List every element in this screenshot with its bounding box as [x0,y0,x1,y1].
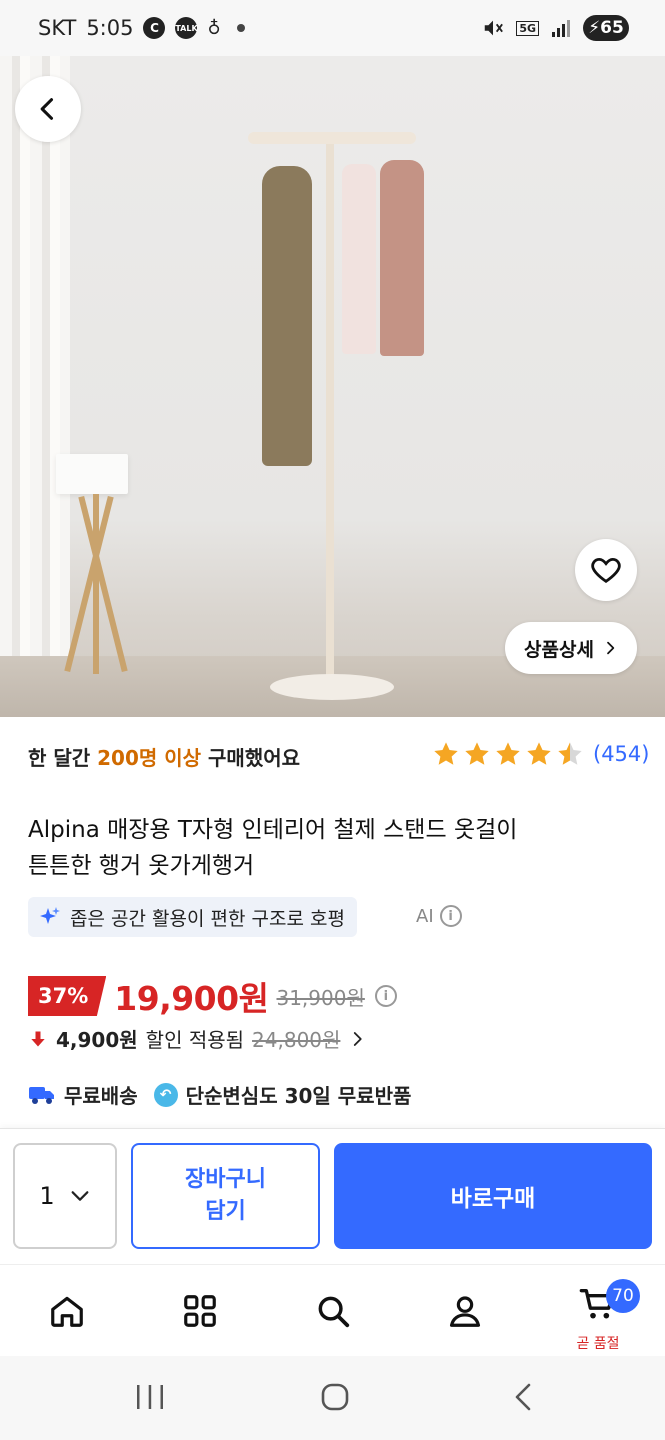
coupon-final-price: 24,800원 [252,1028,341,1052]
chevron-down-icon [71,1191,89,1201]
ai-label-text: AI [416,905,434,927]
price-row: 37% 19,900원 31,900원 i [28,972,397,1020]
sparkle-icon [40,907,60,924]
signal-icon [552,20,570,37]
chevron-right-icon [607,641,615,655]
heart-icon [591,557,621,584]
garment-dress [262,166,312,466]
purchase-suffix: 구매했어요 [201,746,301,770]
network-5g-icon: 5G [516,20,539,36]
info-icon: i [439,905,462,927]
product-image-carousel[interactable] [0,56,665,717]
free-shipping-label: 무료배송 [64,1084,138,1108]
purchase-bar: 1 장바구니 담기 바로구매 [0,1128,665,1264]
half-star-icon [558,742,582,765]
nav-my-account[interactable] [425,1265,505,1357]
return-icon: ↶ [153,1082,178,1107]
wishlist-button[interactable] [575,539,637,601]
price-info-icon[interactable]: i [374,985,397,1007]
sale-price: 19,900원 [114,979,269,1018]
add-to-cart-button[interactable]: 장바구니 담기 [131,1143,320,1249]
free-return-label: 단순변심도 30일 무료반품 [185,1084,412,1108]
product-title-line2: 튼튼한 행거 옷가게행거 [28,853,255,879]
notification-icon: ♁ [207,17,221,39]
ai-summary-chip[interactable]: 좁은 공간 활용이 편한 구조로 호평 [28,897,357,937]
quantity-selector[interactable]: 1 [13,1143,117,1249]
nav-home[interactable] [27,1265,107,1357]
star-icon [496,742,520,765]
system-back-icon[interactable] [508,1380,540,1414]
home-icon [51,1296,83,1327]
chevron-left-icon [40,98,54,120]
search-icon [318,1296,350,1328]
c-app-icon: C [143,17,166,39]
coupon-text: 할인 적용됨 [145,1028,245,1052]
carrier-label: SKT [38,16,77,40]
cart-count-badge: 70 [606,1279,640,1313]
chevron-right-icon [354,1031,363,1046]
recent-apps-icon[interactable] [134,1380,166,1414]
battery-level: 65 [600,18,624,38]
rack-base [270,674,394,700]
curtain-graphic [0,56,70,696]
status-right: 5G ⚡ 65 [482,15,629,41]
quantity-value: 1 [39,1182,55,1210]
rack-pole [326,140,334,690]
nav-search[interactable] [293,1265,373,1357]
grid-icon [184,1295,216,1327]
ai-label[interactable]: AI i [416,905,462,927]
original-price: 31,900원 [276,985,365,1010]
product-detail-button[interactable]: 상품상세 [505,622,637,674]
mute-icon [485,20,504,36]
product-title-line1: Alpina 매장용 T자형 인테리어 철제 스탠드 옷걸이 [28,817,518,843]
purchase-highlight: 200명 이상 [97,746,202,770]
star-icon [434,742,458,765]
lamp-leg [93,494,99,674]
rack-bar [248,132,416,144]
star-icon [465,742,489,765]
more-notifications-dot [236,24,245,32]
purchase-prefix: 한 달간 [28,746,98,770]
buy-now-button[interactable]: 바로구매 [334,1143,652,1249]
review-count[interactable]: (454) [593,742,649,766]
status-bar: SKT 5:05 C TALK ♁ 5G ⚡ 65 [0,0,665,56]
nav-categories[interactable] [160,1265,240,1357]
lamp-graphic [56,454,128,494]
product-title: Alpina 매장용 T자형 인테리어 철제 스탠드 옷걸이 튼튼한 행거 옷가… [28,812,628,884]
rating-summary[interactable]: (454) [432,740,649,768]
user-icon [449,1296,481,1327]
garment-shirt [342,164,376,354]
shipping-row: 무료배송 ↶ 단순변심도 30일 무료반품 [28,1080,411,1109]
truck-icon [29,1086,54,1104]
coupon-discount-row[interactable]: 4,900원 할인 적용됨 24,800원 [28,1024,366,1053]
home-button-icon[interactable] [319,1380,351,1414]
clock: 5:05 [86,16,134,40]
system-navigation-bar [0,1356,665,1440]
star-icon [527,742,551,765]
arrow-down-icon [31,1031,45,1046]
status-left: SKT 5:05 C TALK ♁ [38,16,245,40]
product-detail-label: 상품상세 [524,638,594,661]
ai-summary-text: 좁은 공간 활용이 편한 구조로 호평 [70,907,345,930]
coupon-amount: 4,900원 [56,1028,138,1052]
purchase-count-line: 한 달간 200명 이상 구매했어요 [28,742,300,771]
back-button[interactable] [15,76,81,142]
talk-icon: TALK [175,17,198,39]
garment-cardigan [380,160,424,356]
discount-badge: 37% [28,976,107,1016]
battery-indicator: ⚡ 65 [583,15,629,41]
cart-status-label: 곧 품절 [576,1336,620,1352]
